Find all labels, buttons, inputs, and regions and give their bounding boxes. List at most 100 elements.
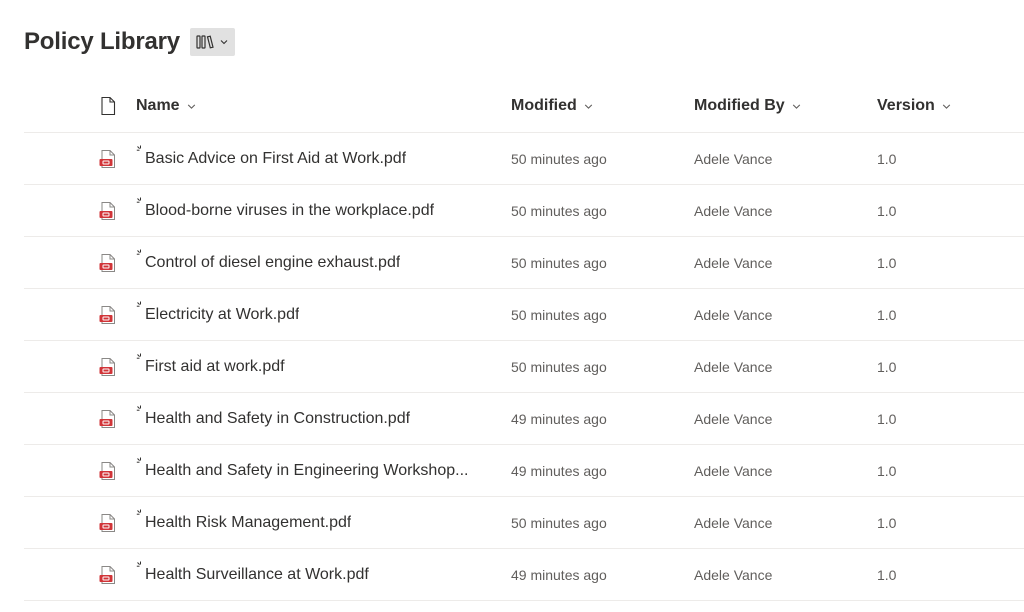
new-item-icon <box>136 457 141 463</box>
pdf-file-icon <box>99 565 115 584</box>
name-cell: Health and Safety in Construction.pdf <box>136 393 496 444</box>
chevron-down-icon <box>584 103 592 109</box>
modified-cell: 50 minutes ago <box>511 202 607 219</box>
table-row[interactable]: Basic Advice on First Aid at Work.pdf 50… <box>24 133 1024 185</box>
modified-cell: 50 minutes ago <box>511 358 607 375</box>
file-name-link[interactable]: Health and Safety in Construction.pdf <box>145 410 410 428</box>
pdf-file-icon <box>99 461 115 480</box>
modified-by-cell[interactable]: Adele Vance <box>694 341 864 392</box>
new-item-icon <box>136 353 141 359</box>
file-name-link[interactable]: Health Risk Management.pdf <box>145 514 351 532</box>
name-cell: Blood-borne viruses in the workplace.pdf <box>136 185 496 236</box>
table-row[interactable]: First aid at work.pdf 50 minutes ago Ade… <box>24 341 1024 393</box>
file-name-link[interactable]: Basic Advice on First Aid at Work.pdf <box>145 150 406 168</box>
modified-cell: 50 minutes ago <box>511 306 607 323</box>
modified-by-cell[interactable]: Adele Vance <box>694 185 864 236</box>
chevron-down-icon <box>187 103 195 109</box>
file-type-cell <box>96 237 120 288</box>
name-cell: Control of diesel engine exhaust.pdf <box>136 237 496 288</box>
table-row[interactable]: Health Risk Management.pdf 50 minutes ag… <box>24 497 1024 549</box>
modified-by-cell[interactable]: Adele Vance <box>694 289 864 340</box>
file-name-link[interactable]: Control of diesel engine exhaust.pdf <box>145 254 400 272</box>
file-type-cell <box>96 341 120 392</box>
version-cell: 1.0 <box>877 566 897 583</box>
pdf-file-icon <box>99 513 115 532</box>
modified-by-cell[interactable]: Adele Vance <box>694 133 864 184</box>
pdf-file-icon <box>99 253 115 272</box>
version-cell: 1.0 <box>877 410 897 427</box>
file-name-link[interactable]: Blood-borne viruses in the workplace.pdf <box>145 202 434 220</box>
version-cell: 1.0 <box>877 358 897 375</box>
file-name-link[interactable]: Health Surveillance at Work.pdf <box>145 566 369 584</box>
document-list: Name Modified Modified By Version Basic … <box>24 80 1024 601</box>
table-row[interactable]: Electricity at Work.pdf 50 minutes ago A… <box>24 289 1024 341</box>
version-cell: 1.0 <box>877 254 897 271</box>
modified-column-label: Modified <box>511 97 577 114</box>
table-row[interactable]: Blood-borne viruses in the workplace.pdf… <box>24 185 1024 237</box>
name-cell: Electricity at Work.pdf <box>136 289 496 340</box>
chevron-down-icon <box>792 103 800 109</box>
file-name-link[interactable]: First aid at work.pdf <box>145 358 285 376</box>
new-item-icon <box>136 145 141 151</box>
modified-by-cell[interactable]: Adele Vance <box>694 549 864 600</box>
new-item-icon <box>136 405 141 411</box>
file-type-column-header[interactable] <box>96 80 120 132</box>
new-item-icon <box>136 197 141 203</box>
new-item-icon <box>136 561 141 567</box>
modified-column-header[interactable]: Modified <box>511 80 681 132</box>
list-header-row: Name Modified Modified By Version <box>24 80 1024 133</box>
modified-by-column-label: Modified By <box>694 97 785 114</box>
pdf-file-icon <box>99 357 115 376</box>
page-header: Policy Library <box>24 24 235 60</box>
table-row[interactable]: Health and Safety in Engineering Worksho… <box>24 445 1024 497</box>
name-cell: Health Risk Management.pdf <box>136 497 496 548</box>
new-item-icon <box>136 249 141 255</box>
name-cell: Basic Advice on First Aid at Work.pdf <box>136 133 496 184</box>
file-type-cell <box>96 445 120 496</box>
modified-cell: 50 minutes ago <box>511 254 607 271</box>
name-cell: First aid at work.pdf <box>136 341 496 392</box>
file-name-link[interactable]: Health and Safety in Engineering Worksho… <box>145 462 468 480</box>
version-cell: 1.0 <box>877 462 897 479</box>
modified-cell: 50 minutes ago <box>511 514 607 531</box>
modified-cell: 49 minutes ago <box>511 566 607 583</box>
name-column-header[interactable]: Name <box>136 80 496 132</box>
modified-cell: 49 minutes ago <box>511 462 607 479</box>
modified-by-cell[interactable]: Adele Vance <box>694 393 864 444</box>
file-name-link[interactable]: Electricity at Work.pdf <box>145 306 299 324</box>
file-type-cell <box>96 289 120 340</box>
version-cell: 1.0 <box>877 306 897 323</box>
new-item-icon <box>136 301 141 307</box>
modified-cell: 50 minutes ago <box>511 150 607 167</box>
list-body: Basic Advice on First Aid at Work.pdf 50… <box>24 133 1024 601</box>
file-type-cell <box>96 549 120 600</box>
page-title: Policy Library <box>24 28 180 55</box>
name-cell: Health Surveillance at Work.pdf <box>136 549 496 600</box>
pdf-file-icon <box>99 409 115 428</box>
file-icon <box>101 96 116 116</box>
modified-by-cell[interactable]: Adele Vance <box>694 237 864 288</box>
file-type-cell <box>96 497 120 548</box>
pdf-file-icon <box>99 201 115 220</box>
version-cell: 1.0 <box>877 202 897 219</box>
file-type-cell <box>96 185 120 236</box>
file-type-cell <box>96 393 120 444</box>
library-icon <box>196 35 214 49</box>
modified-by-column-header[interactable]: Modified By <box>694 80 864 132</box>
view-switcher-button[interactable] <box>189 28 235 56</box>
version-column-header[interactable]: Version <box>877 80 1017 132</box>
pdf-file-icon <box>99 305 115 324</box>
pdf-file-icon <box>99 149 115 168</box>
version-column-label: Version <box>877 97 935 114</box>
chevron-down-icon <box>220 40 228 45</box>
modified-cell: 49 minutes ago <box>511 410 607 427</box>
table-row[interactable]: Health and Safety in Construction.pdf 49… <box>24 393 1024 445</box>
table-row[interactable]: Control of diesel engine exhaust.pdf 50 … <box>24 237 1024 289</box>
name-column-label: Name <box>136 97 180 114</box>
new-item-icon <box>136 509 141 515</box>
modified-by-cell[interactable]: Adele Vance <box>694 497 864 548</box>
file-type-cell <box>96 133 120 184</box>
modified-by-cell[interactable]: Adele Vance <box>694 445 864 496</box>
table-row[interactable]: Health Surveillance at Work.pdf 49 minut… <box>24 549 1024 601</box>
name-cell: Health and Safety in Engineering Worksho… <box>136 445 496 496</box>
